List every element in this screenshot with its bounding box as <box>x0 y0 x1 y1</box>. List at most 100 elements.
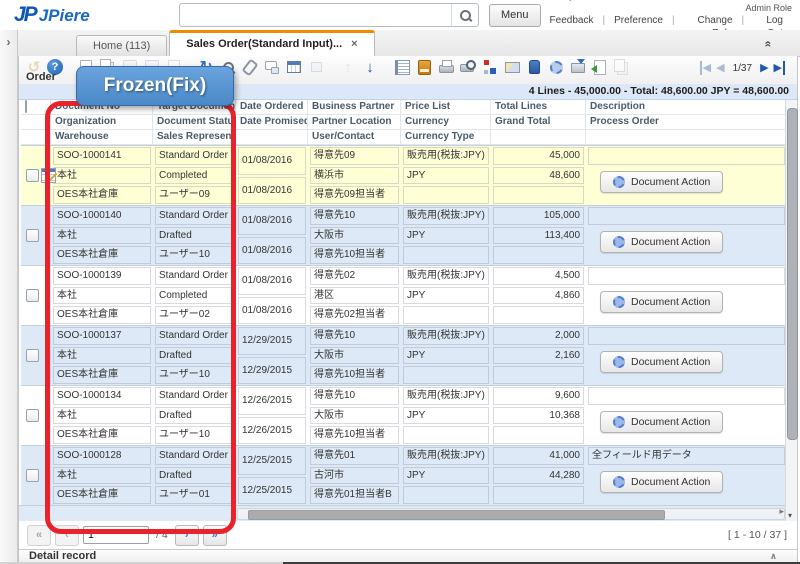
document-action-button[interactable]: Document Action <box>600 410 724 433</box>
process-icon[interactable] <box>547 58 565 76</box>
last-record-icon[interactable]: ▶ <box>774 61 785 75</box>
first-page-button[interactable]: « <box>27 524 51 546</box>
table-row[interactable]: SOO-1000128 本社 OES本社倉庫 Standard Order Drafte… <box>21 445 787 505</box>
column-header[interactable]: Document Status <box>153 115 236 130</box>
row-select-checkbox[interactable] <box>26 229 39 242</box>
deselect-icon[interactable] <box>307 58 325 76</box>
column-header[interactable] <box>586 130 787 145</box>
cell-user-contact: 得意先10担当者 <box>310 426 399 445</box>
row-gutter <box>21 446 51 505</box>
tab-sales-order-standard-input-[interactable]: Sales Order(Standard Input)... × <box>169 30 375 56</box>
detail-record-bar[interactable]: Detail record ∧ <box>19 549 797 562</box>
scroll-down-icon[interactable]: ▾ <box>788 511 792 520</box>
document-action-button[interactable]: Document Action <box>600 470 724 493</box>
row-select-checkbox[interactable] <box>26 169 39 182</box>
row-select-checkbox[interactable] <box>26 349 39 362</box>
delete-record-icon[interactable] <box>165 58 183 76</box>
row-select-checkbox[interactable] <box>26 289 39 302</box>
previous-record-icon[interactable]: ◀ <box>716 61 724 75</box>
detail-record-icon[interactable]: ↓ <box>361 58 379 76</box>
collapse-header-icon[interactable]: « <box>762 41 776 48</box>
column-header[interactable]: Price List <box>401 100 491 115</box>
table-row[interactable]: SOO-1000137 本社 OES本社倉庫 Standard Order Drafte… <box>21 325 787 385</box>
column-total: 4,500 4,860 <box>491 266 586 325</box>
column-header[interactable]: Document No <box>51 100 153 115</box>
column-header[interactable]: Date Ordered <box>236 100 308 115</box>
tab-home-113-[interactable]: Home (113) <box>76 35 168 56</box>
detail-record-label: Detail record <box>29 550 97 562</box>
document-action-button[interactable]: Document Action <box>600 350 724 373</box>
global-search-input[interactable] <box>179 6 451 24</box>
page-number-input[interactable] <box>83 526 149 544</box>
expand-west-panel-icon[interactable]: › <box>0 35 17 49</box>
clone-icon[interactable] <box>613 58 631 76</box>
first-record-icon[interactable]: ◀ <box>699 61 711 75</box>
print-preview-icon[interactable] <box>459 58 477 76</box>
archive-icon[interactable] <box>415 58 433 76</box>
column-header[interactable]: Total Lines <box>491 100 586 115</box>
column-header[interactable]: Process Order <box>586 115 787 130</box>
table-row[interactable]: SOO-1000140 本社 OES本社倉庫 Standard Order Drafte… <box>21 205 787 265</box>
cell-partner-location: 大阪市 <box>310 346 399 365</box>
column-header[interactable]: Sales Representative <box>153 130 236 145</box>
table-row[interactable]: SOO-1000139 本社 OES本社倉庫 Standard Order Comple… <box>21 265 787 325</box>
report-icon[interactable] <box>393 58 411 76</box>
column-header[interactable]: User/Contact <box>308 130 401 145</box>
table-row[interactable]: SOO-1000134 本社 OES本社倉庫 Standard Order Drafte… <box>21 385 787 445</box>
attachment-icon[interactable] <box>241 58 259 76</box>
cell-sales-representative: ユーザー10 <box>155 366 234 385</box>
column-header[interactable]: Target Document Type <box>153 100 236 115</box>
column-header[interactable]: Warehouse <box>51 130 153 145</box>
column-header[interactable]: Partner Location <box>308 115 401 130</box>
column-header[interactable]: Organization <box>51 115 153 130</box>
column-header[interactable]: Date Promised <box>236 115 308 130</box>
refresh-icon[interactable]: ↻ <box>197 58 215 76</box>
document-action-label: Document Action <box>631 235 711 248</box>
next-record-icon[interactable]: ▶ <box>760 61 768 75</box>
column-header[interactable]: Currency Type <box>401 130 491 145</box>
save-icon[interactable] <box>121 58 139 76</box>
product-info-icon[interactable] <box>525 58 543 76</box>
workflow-icon[interactable] <box>481 58 499 76</box>
jpiere-window: JP JPiere Menu SuperUser@OSS ERP Solutio… <box>0 0 800 564</box>
parent-record-icon[interactable]: ↑ <box>339 58 357 76</box>
copy-record-icon[interactable] <box>99 58 117 76</box>
table-row[interactable]: SOO-1000141 本社 OES本社倉庫 Standard Order Comple… <box>21 145 787 205</box>
cell-sales-representative: ユーザー01 <box>155 486 234 505</box>
new-record-icon[interactable] <box>77 58 95 76</box>
select-all-checkbox[interactable] <box>25 100 27 113</box>
column-header[interactable]: Grand Total <box>491 115 586 130</box>
document-action-button[interactable]: Document Action <box>600 290 724 313</box>
last-page-button[interactable]: » <box>202 524 227 546</box>
column-header[interactable]: Description <box>586 100 787 115</box>
find-icon[interactable] <box>219 58 237 76</box>
print-icon[interactable] <box>437 58 455 76</box>
column-header[interactable] <box>491 130 586 145</box>
vertical-scroll-thumb[interactable] <box>787 108 798 440</box>
horizontal-scroll-thumb[interactable] <box>248 510 665 520</box>
close-tab-icon[interactable]: × <box>351 33 357 56</box>
column-bp: 得意先10 大阪市 得意先10担当者 <box>308 386 401 445</box>
column-header[interactable] <box>236 130 308 145</box>
column-header[interactable]: Business Partner <box>308 100 401 115</box>
previous-page-button[interactable]: ‹ <box>55 524 79 546</box>
export-icon[interactable] <box>569 58 587 76</box>
row-select-checkbox[interactable] <box>26 469 39 482</box>
jpiere-logo: JP JPiere <box>14 3 179 27</box>
document-action-button[interactable]: Document Action <box>600 170 724 193</box>
document-action-button[interactable]: Document Action <box>600 230 724 253</box>
chat-icon[interactable] <box>263 58 281 76</box>
search-button[interactable] <box>451 4 478 26</box>
menu-button[interactable]: Menu <box>489 3 541 27</box>
row-gutter <box>21 146 56 205</box>
file-import-icon[interactable] <box>591 58 609 76</box>
horizontal-scroll-track[interactable] <box>237 508 785 520</box>
next-page-button[interactable]: › <box>174 524 199 546</box>
grid-toggle-icon[interactable] <box>285 58 303 76</box>
scroll-right-icon[interactable]: ▸ <box>779 506 784 517</box>
column-header[interactable]: Currency <box>401 115 491 130</box>
row-select-checkbox[interactable] <box>26 409 39 422</box>
save-create-icon[interactable] <box>143 58 162 78</box>
email-icon[interactable] <box>503 58 521 76</box>
process-gear-icon <box>613 475 625 488</box>
